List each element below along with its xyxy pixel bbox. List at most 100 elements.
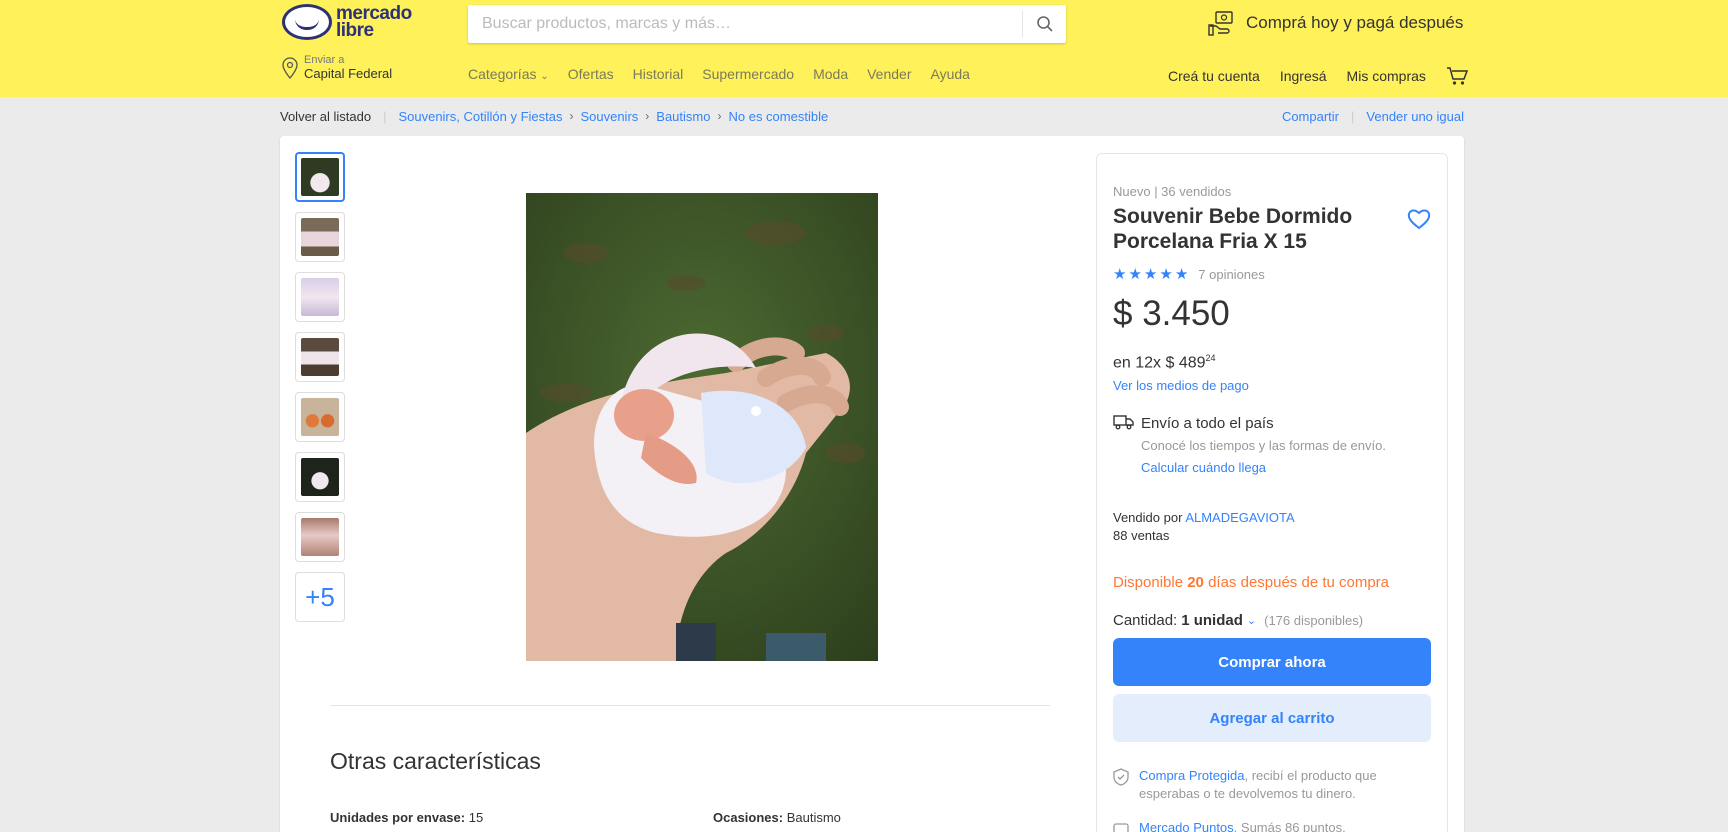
points-icon bbox=[1113, 823, 1129, 832]
nav-historial[interactable]: Historial bbox=[633, 66, 684, 82]
product-photo bbox=[526, 193, 878, 661]
search-button[interactable] bbox=[1022, 10, 1066, 38]
thumbnail-image bbox=[301, 278, 339, 316]
quantity-available: (176 disponibles) bbox=[1264, 613, 1364, 628]
payment-methods-link[interactable]: Ver los medios de pago bbox=[1113, 378, 1249, 393]
search-input[interactable] bbox=[468, 5, 1022, 43]
thumbnail-list: +5 bbox=[295, 152, 345, 622]
cart-icon[interactable] bbox=[1446, 66, 1468, 86]
breadcrumb-item[interactable]: Souvenirs, Cotillón y Fiestas bbox=[398, 109, 562, 124]
seller-sales: 88 ventas bbox=[1113, 528, 1170, 543]
thumbnail[interactable] bbox=[295, 272, 345, 322]
login-link[interactable]: Ingresá bbox=[1280, 68, 1327, 84]
logo-text-line2: libre bbox=[336, 20, 374, 41]
availability: Disponible 20 días después de tu compra bbox=[1113, 574, 1390, 591]
chevron-right-icon: › bbox=[717, 109, 722, 123]
thumbnail[interactable] bbox=[295, 512, 345, 562]
installments: en 12x $ 48924 bbox=[1113, 353, 1216, 372]
attribute-row: Ocasiones: Bautismo bbox=[713, 810, 841, 825]
sell-same-link[interactable]: Vender uno igual bbox=[1366, 109, 1464, 124]
logo[interactable]: mercado libre bbox=[282, 4, 412, 40]
location-pin-icon bbox=[282, 56, 298, 79]
shipping-title: Envío a todo el país bbox=[1141, 415, 1274, 432]
section-divider bbox=[330, 705, 1050, 706]
nav-ofertas[interactable]: Ofertas bbox=[568, 66, 614, 82]
seller-info: Vendido por ALMADEGAVIOTA 88 ventas bbox=[1113, 509, 1295, 545]
thumbnail-image bbox=[301, 518, 339, 556]
search-bar bbox=[468, 5, 1066, 43]
seller-name-link[interactable]: ALMADEGAVIOTA bbox=[1185, 510, 1294, 525]
create-account-link[interactable]: Creá tu cuenta bbox=[1168, 68, 1260, 84]
breadcrumb-item[interactable]: No es comestible bbox=[728, 109, 828, 124]
more-images-count: +5 bbox=[305, 581, 335, 612]
nav-moda[interactable]: Moda bbox=[813, 66, 848, 82]
star-icon: ★ bbox=[1174, 266, 1189, 283]
handshake-logo-icon bbox=[282, 4, 332, 40]
breadcrumb-item[interactable]: Bautismo bbox=[656, 109, 710, 124]
installments-cents: 24 bbox=[1205, 353, 1216, 363]
breadcrumb-divider: | bbox=[383, 108, 387, 124]
breadcrumb-divider: | bbox=[1351, 108, 1355, 124]
product-card: +5 Otras características Unidades por en… bbox=[280, 136, 1464, 832]
thumbnail[interactable] bbox=[295, 212, 345, 262]
add-to-cart-button[interactable]: Agregar al carrito bbox=[1113, 694, 1431, 742]
thumbnail[interactable] bbox=[295, 392, 345, 442]
attribute-value: 15 bbox=[465, 810, 484, 825]
hand-money-icon bbox=[1208, 11, 1233, 36]
section-title: Otras características bbox=[330, 748, 541, 774]
seller-prefix: Vendido por bbox=[1113, 510, 1183, 525]
chevron-right-icon: › bbox=[569, 109, 574, 123]
thumbnail[interactable] bbox=[295, 452, 345, 502]
promo-text: Comprá hoy y pagá después bbox=[1246, 13, 1464, 32]
nav-supermercado[interactable]: Supermercado bbox=[702, 66, 794, 82]
mercado-points: Mercado Puntos. Sumás 86 puntos. bbox=[1139, 820, 1346, 832]
location-selector[interactable]: Enviar a Capital Federal bbox=[280, 54, 392, 81]
chevron-down-icon: ⌄ bbox=[540, 71, 549, 82]
attribute-row: Unidades por envase: 15 bbox=[330, 810, 483, 825]
search-icon bbox=[1036, 16, 1053, 32]
buy-box: Nuevo | 36 vendidos Souvenir Bebe Dormid… bbox=[1096, 153, 1448, 832]
back-to-list-link[interactable]: Volver al listado bbox=[280, 109, 371, 124]
calculate-shipping-link[interactable]: Calcular cuándo llega bbox=[1141, 460, 1266, 475]
condition-and-sold: Nuevo | 36 vendidos bbox=[1113, 184, 1232, 199]
quantity-selector[interactable]: Cantidad: 1 unidad ⌄ (176 disponibles) bbox=[1113, 612, 1363, 629]
share-link[interactable]: Compartir bbox=[1282, 109, 1339, 124]
shield-icon bbox=[1113, 768, 1129, 786]
nav-ayuda[interactable]: Ayuda bbox=[930, 66, 969, 82]
buy-now-button[interactable]: Comprar ahora bbox=[1113, 638, 1431, 686]
thumbnail-image bbox=[301, 338, 339, 376]
reviews-count: 7 opiniones bbox=[1198, 266, 1265, 282]
product-title: Souvenir Bebe Dormido Porcelana Fria X 1… bbox=[1113, 205, 1353, 253]
header: mercado libre Comprá hoy y pagá después … bbox=[0, 0, 1728, 97]
availability-days: 20 bbox=[1187, 574, 1204, 591]
rating[interactable]: ★ ★ ★ ★ ★ 7 opiniones bbox=[1113, 265, 1265, 283]
breadcrumb-item[interactable]: Souvenirs bbox=[580, 109, 638, 124]
breadcrumb: Volver al listado | Souvenirs, Cotillón … bbox=[280, 107, 1464, 125]
protected-purchase: Compra Protegida, recibí el producto que… bbox=[1139, 768, 1377, 801]
shipping-subtitle: Conocé los tiempos y las formas de envío… bbox=[1141, 438, 1386, 453]
quantity-label: Cantidad: bbox=[1113, 612, 1178, 629]
location-label: Enviar a bbox=[304, 54, 345, 66]
star-icon: ★ bbox=[1113, 266, 1127, 283]
location-value: Capital Federal bbox=[304, 66, 393, 81]
attribute-key: Ocasiones: bbox=[713, 810, 784, 825]
thumbnail-image bbox=[301, 398, 339, 436]
star-icon: ★ bbox=[1159, 266, 1173, 283]
promo-banner[interactable]: Comprá hoy y pagá después bbox=[1208, 10, 1463, 36]
main-product-image[interactable] bbox=[526, 193, 878, 661]
thumbnail[interactable] bbox=[295, 332, 345, 382]
chevron-right-icon: › bbox=[645, 109, 650, 123]
truck-icon bbox=[1113, 415, 1134, 430]
protected-purchase-link[interactable]: Compra Protegida bbox=[1139, 768, 1245, 783]
star-icon: ★ bbox=[1143, 266, 1158, 283]
thumbnail[interactable] bbox=[295, 152, 345, 202]
more-images-button[interactable]: +5 bbox=[295, 572, 345, 622]
attribute-value: Bautismo bbox=[783, 810, 841, 825]
heart-icon[interactable] bbox=[1407, 208, 1431, 230]
mercado-points-link[interactable]: Mercado Puntos bbox=[1139, 820, 1234, 832]
nav-categorias[interactable]: Categorías ⌄ bbox=[468, 66, 549, 82]
thumbnail-image bbox=[301, 158, 339, 196]
chevron-down-icon: ⌄ bbox=[1246, 615, 1257, 627]
my-purchases-link[interactable]: Mis compras bbox=[1347, 68, 1426, 84]
nav-vender[interactable]: Vender bbox=[867, 66, 911, 82]
